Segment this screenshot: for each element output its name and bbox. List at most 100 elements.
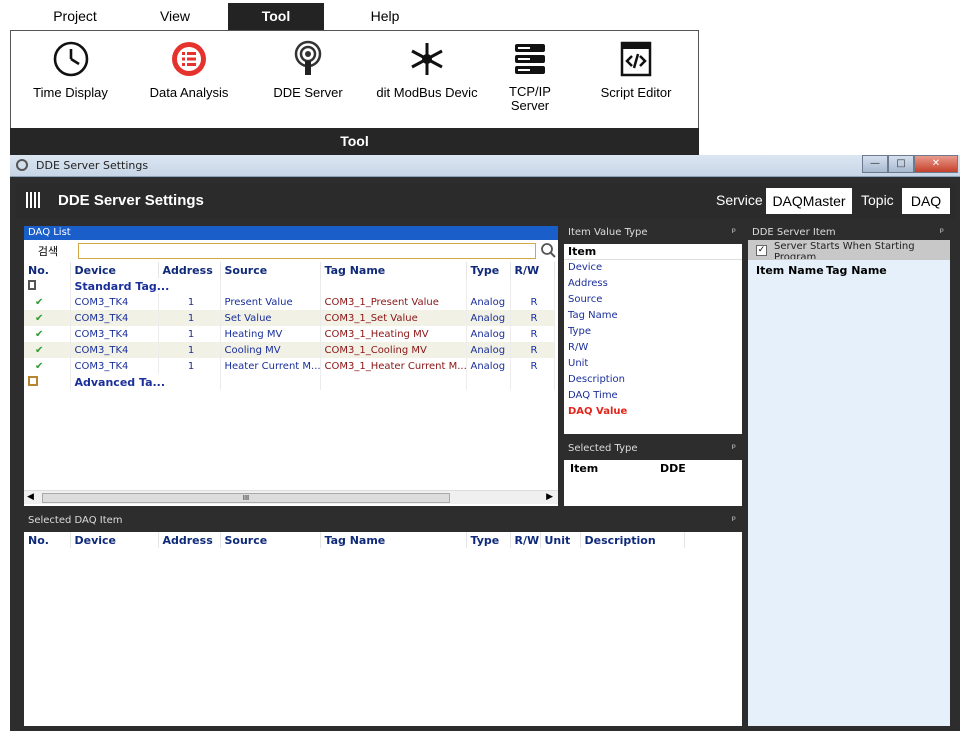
table-row[interactable]: ✔ COM3_TK4 1 Heating MV COM3_1_Heating M… [24, 326, 555, 342]
pin-icon[interactable]: ᵖ [940, 226, 944, 240]
server-start-checkbox[interactable]: ✓ [756, 245, 767, 256]
col-tag-name[interactable]: Tag Name [826, 264, 887, 277]
cell-device: COM3_TK4 [70, 358, 159, 374]
column-header[interactable]: Tag Name [320, 532, 467, 548]
menu-tool[interactable]: Tool [228, 3, 324, 30]
dde-server-button[interactable]: DDE Server [263, 39, 353, 129]
column-header[interactable]: No. [24, 532, 71, 548]
table-header-row: No. Device Address Source Tag Name Type … [24, 262, 555, 278]
check-icon: ✔ [24, 342, 71, 358]
cell-address: 1 [158, 326, 221, 342]
list-item[interactable]: Tag Name [564, 308, 742, 324]
script-editor-button[interactable]: Script Editor [591, 39, 681, 129]
pin-icon[interactable]: ᵖ [732, 514, 736, 528]
pin-icon[interactable]: ᵖ [732, 442, 736, 456]
column-header[interactable]: Source [220, 532, 321, 548]
scroll-left-icon[interactable]: ◀ [27, 492, 34, 502]
menu-project[interactable]: Project [30, 5, 120, 30]
item-value-type-panel: Item Device Address Source Tag Name Type… [564, 244, 742, 434]
check-icon: ✔ [24, 326, 71, 342]
column-header[interactable]: No. [24, 262, 71, 278]
pin-icon[interactable]: ᵖ [732, 226, 736, 240]
minimize-button[interactable]: — [862, 155, 888, 173]
server-rack-icon [508, 39, 552, 79]
check-icon: ✔ [24, 294, 71, 310]
service-input[interactable]: DAQMaster [766, 188, 852, 214]
column-header[interactable]: Device [70, 262, 159, 278]
server-signal-icon [286, 39, 330, 79]
close-button[interactable]: ✕ [914, 155, 958, 173]
data-analysis-button[interactable]: Data Analysis [139, 39, 239, 129]
app-icon [16, 159, 28, 171]
table-row[interactable]: ✔ COM3_TK4 1 Heater Current M... COM3_1_… [24, 358, 555, 374]
grid-icon [26, 192, 42, 208]
group-icon [24, 374, 71, 390]
col-item-name[interactable]: Item Name [756, 264, 824, 277]
checkbox-row: ✓ Server Starts When Starting Program [748, 240, 950, 260]
selected-type-col-item[interactable]: Item [570, 462, 598, 475]
ribbon-group-label: Tool [10, 128, 699, 155]
scroll-thumb[interactable]: III [42, 493, 450, 503]
cell-tag: COM3_1_Heating MV [320, 326, 467, 342]
search-label: 검색 [37, 245, 59, 258]
group-label: Standard Tag... [70, 278, 221, 294]
cell-address: 1 [158, 342, 221, 358]
scroll-right-icon[interactable]: ▶ [546, 492, 553, 502]
column-header[interactable]: Tag Name [320, 262, 467, 278]
horizontal-scrollbar[interactable]: ◀ III ▶ [24, 490, 558, 504]
list-item[interactable]: Source [564, 292, 742, 308]
topic-input[interactable]: DAQ [902, 188, 950, 214]
selected-type-header: Selected Type ᵖ [564, 442, 742, 456]
search-input[interactable] [78, 243, 536, 259]
list-item[interactable]: DAQ Time [564, 388, 742, 404]
cell-tag: COM3_1_Present Value [320, 294, 467, 310]
tcpip-server-button[interactable]: TCP/IP Server [495, 39, 565, 129]
table-row[interactable]: ✔ COM3_TK4 1 Present Value COM3_1_Presen… [24, 294, 555, 310]
column-header[interactable]: Device [70, 532, 159, 548]
cell-tag: COM3_1_Cooling MV [320, 342, 467, 358]
cell-device: COM3_TK4 [70, 342, 159, 358]
table-row[interactable]: ✔ COM3_TK4 1 Cooling MV COM3_1_Cooling M… [24, 342, 555, 358]
column-header[interactable]: Unit [540, 532, 581, 548]
cell-source: Present Value [220, 294, 321, 310]
group-icon [24, 278, 71, 294]
table-row[interactable]: ✔ COM3_TK4 1 Set Value COM3_1_Set Value … [24, 310, 555, 326]
group-row[interactable]: Advanced Ta... [24, 374, 555, 390]
list-item[interactable]: Device [564, 260, 742, 276]
list-item[interactable]: Unit [564, 356, 742, 372]
column-header[interactable]: R/W [510, 262, 555, 278]
time-display-button[interactable]: Time Display [23, 39, 118, 129]
search-icon[interactable] [540, 242, 556, 258]
modbus-device-button[interactable]: dit ModBus Devic [367, 39, 487, 129]
cell-type: Analog [466, 342, 511, 358]
cell-address: 1 [158, 310, 221, 326]
group-row[interactable]: Standard Tag... [24, 278, 555, 294]
selected-daq-item-header: Selected DAQ Item ᵖ [24, 514, 742, 528]
list-item[interactable]: Description [564, 372, 742, 388]
column-header[interactable]: Type [466, 532, 511, 548]
check-icon: ✔ [24, 310, 71, 326]
group-label: Advanced Ta... [70, 374, 221, 390]
list-item[interactable]: R/W [564, 340, 742, 356]
dde-server-label: DDE Server [273, 85, 343, 100]
menu-view[interactable]: View [140, 5, 210, 30]
list-item[interactable]: DAQ Value [564, 404, 742, 420]
list-item[interactable]: Type [564, 324, 742, 340]
list-item[interactable]: Address [564, 276, 742, 292]
column-header[interactable]: Type [466, 262, 511, 278]
menu-help[interactable]: Help [345, 5, 425, 30]
selected-type-col-dde[interactable]: DDE [660, 462, 686, 475]
column-header[interactable]: Description [580, 532, 685, 548]
column-header[interactable]: Address [158, 262, 221, 278]
maximize-button[interactable]: □ [888, 155, 914, 173]
column-header[interactable]: Source [220, 262, 321, 278]
column-header[interactable]: Address [158, 532, 221, 548]
cell-source: Heater Current M... [220, 358, 321, 374]
selected-daq-item-panel: No. Device Address Source Tag Name Type … [24, 532, 742, 726]
item-value-type-header: Item Value Type ᵖ [564, 226, 742, 240]
cell-type: Analog [466, 310, 511, 326]
server-start-label: Server Starts When Starting Program [774, 241, 915, 259]
window-titlebar: DDE Server Settings — □ ✕ [10, 155, 960, 177]
column-header[interactable]: R/W [510, 532, 541, 548]
script-editor-label: Script Editor [600, 85, 672, 100]
